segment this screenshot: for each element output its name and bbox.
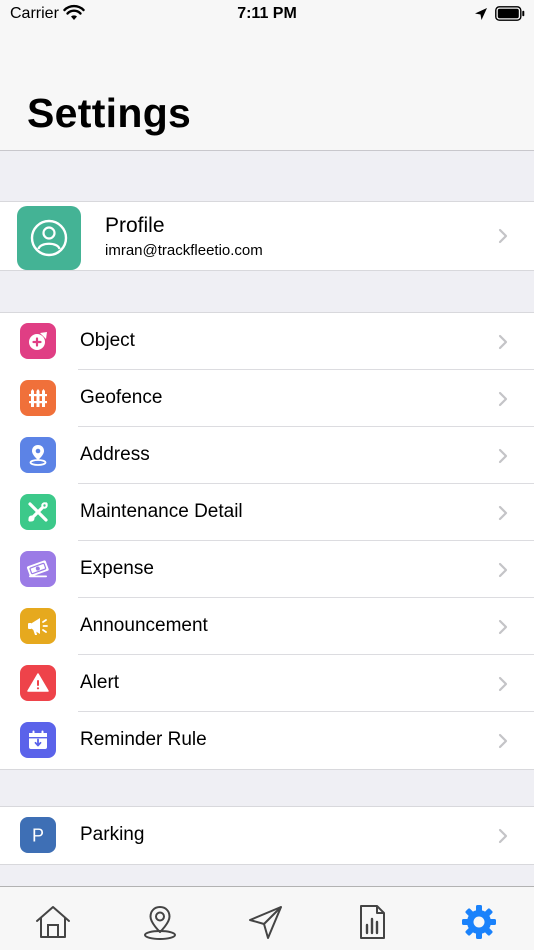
navigation-tab[interactable] [247, 903, 287, 943]
menu-item-label: Reminder Rule [80, 729, 207, 750]
user-avatar-icon [30, 219, 68, 257]
reminder-calendar-icon [20, 722, 56, 758]
home-tab[interactable] [34, 903, 74, 943]
home-icon [36, 906, 70, 938]
report-document-icon [360, 905, 385, 939]
status-bar: Carrier 7:11 PM [0, 0, 534, 30]
chevron-right-icon [498, 676, 508, 691]
navigation-arrow-icon [249, 906, 282, 939]
menu-item-announcement[interactable]: Announcement [0, 598, 534, 655]
menu-item-address[interactable]: Address [0, 427, 534, 484]
map-tab[interactable] [141, 903, 181, 943]
chevron-right-icon [498, 733, 508, 748]
menu-item-expense[interactable]: Expense [0, 541, 534, 598]
chevron-right-icon [498, 448, 508, 463]
menu-item-alert[interactable]: Alert [0, 655, 534, 712]
menu-item-label: Alert [80, 672, 120, 693]
chevron-right-icon [498, 619, 508, 634]
address-pin-icon [20, 437, 56, 473]
maintenance-tools-icon [20, 494, 56, 530]
svg-text:P: P [32, 826, 44, 846]
page-title: Settings [27, 90, 192, 136]
chevron-right-icon [498, 828, 508, 843]
settings-tab[interactable] [460, 903, 500, 943]
settings-gear-icon [462, 905, 496, 939]
profile-row[interactable]: Profile imran@trackfleetio.com [0, 201, 534, 271]
chevron-right-icon [498, 334, 508, 349]
menu-item-geofence[interactable]: Geofence [0, 370, 534, 427]
object-icon [20, 323, 56, 359]
expense-money-icon [20, 551, 56, 587]
menu-item-label: Announcement [80, 615, 208, 636]
menu-item-object[interactable]: Object [0, 313, 534, 370]
menu-item-label: Object [80, 330, 135, 351]
chevron-right-icon [498, 562, 508, 577]
map-pin-icon [144, 906, 176, 940]
tab-bar [0, 886, 534, 950]
menu-item-maintenance-detail[interactable]: Maintenance Detail [0, 484, 534, 541]
clock-time: 7:11 PM [237, 5, 297, 22]
battery-icon [495, 6, 525, 21]
menu-item-label: Geofence [80, 387, 163, 408]
avatar [17, 206, 81, 270]
main-menu-group: Object Geofence Address Maintenance Deta… [0, 312, 534, 770]
parking-icon: P [20, 817, 56, 853]
menu-item-label: Expense [80, 558, 154, 579]
chevron-right-icon [498, 505, 508, 520]
menu-item-parking[interactable]: P Parking [0, 807, 534, 864]
navigation-header: Settings [0, 30, 534, 151]
chevron-right-icon [498, 228, 508, 244]
profile-email: imran@trackfleetio.com [105, 242, 263, 259]
chevron-right-icon [498, 391, 508, 406]
menu-item-label: Address [80, 444, 150, 465]
location-services-icon [475, 8, 487, 20]
extra-menu-group: P Parking [0, 806, 534, 865]
announcement-megaphone-icon [20, 608, 56, 644]
alert-warning-icon [20, 665, 56, 701]
reports-tab[interactable] [353, 903, 393, 943]
menu-item-label: Maintenance Detail [80, 501, 243, 522]
menu-item-reminder-rule[interactable]: Reminder Rule [0, 712, 534, 769]
menu-item-label: Parking [80, 824, 145, 845]
geofence-icon [20, 380, 56, 416]
profile-title: Profile [105, 214, 165, 237]
